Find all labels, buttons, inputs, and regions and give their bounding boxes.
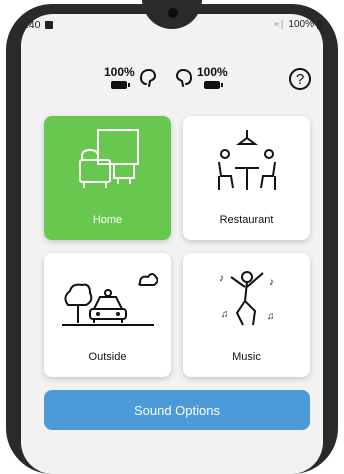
outside-icon xyxy=(44,263,171,348)
status-time: 2:40 xyxy=(20,19,41,31)
tile-outside-label: Outside xyxy=(88,351,127,363)
right-earbud-status: 100% xyxy=(175,66,228,89)
tile-restaurant[interactable]: Restaurant xyxy=(183,116,310,240)
right-earbud-icon xyxy=(175,68,193,87)
left-battery-percent: 100% xyxy=(104,65,135,79)
tile-music[interactable]: ♪ ♪ ♫ ♫ Music xyxy=(183,253,310,377)
status-indicators: ≈∣ 100% xyxy=(274,19,322,30)
left-battery-icon xyxy=(111,81,131,89)
svg-text:♫: ♫ xyxy=(267,311,275,322)
home-icon xyxy=(44,126,171,211)
svg-text:♪: ♪ xyxy=(269,277,274,288)
svg-text:♫: ♫ xyxy=(221,309,229,320)
signal-icon: ≈∣ xyxy=(273,19,286,29)
tile-restaurant-label: Restaurant xyxy=(219,214,274,226)
tile-home[interactable]: Home xyxy=(44,116,171,240)
svg-text:♪: ♪ xyxy=(219,273,224,284)
notification-icon xyxy=(45,21,53,29)
sound-options-button[interactable]: Sound Options xyxy=(44,390,310,430)
restaurant-icon xyxy=(183,126,310,211)
camera-lens xyxy=(168,8,178,18)
right-battery-percent: 100% xyxy=(197,65,228,79)
left-earbud-icon xyxy=(139,68,156,87)
right-battery-icon xyxy=(204,81,224,89)
status-battery-text: 100% xyxy=(288,19,314,30)
status-battery-icon xyxy=(317,20,322,29)
tile-outside[interactable]: Outside xyxy=(44,253,171,377)
left-earbud-status: 100% xyxy=(104,66,157,89)
music-icon: ♪ ♪ ♫ ♫ xyxy=(183,263,310,348)
help-button[interactable]: ? xyxy=(289,68,311,90)
tile-home-label: Home xyxy=(92,214,123,226)
tile-music-label: Music xyxy=(232,351,261,363)
